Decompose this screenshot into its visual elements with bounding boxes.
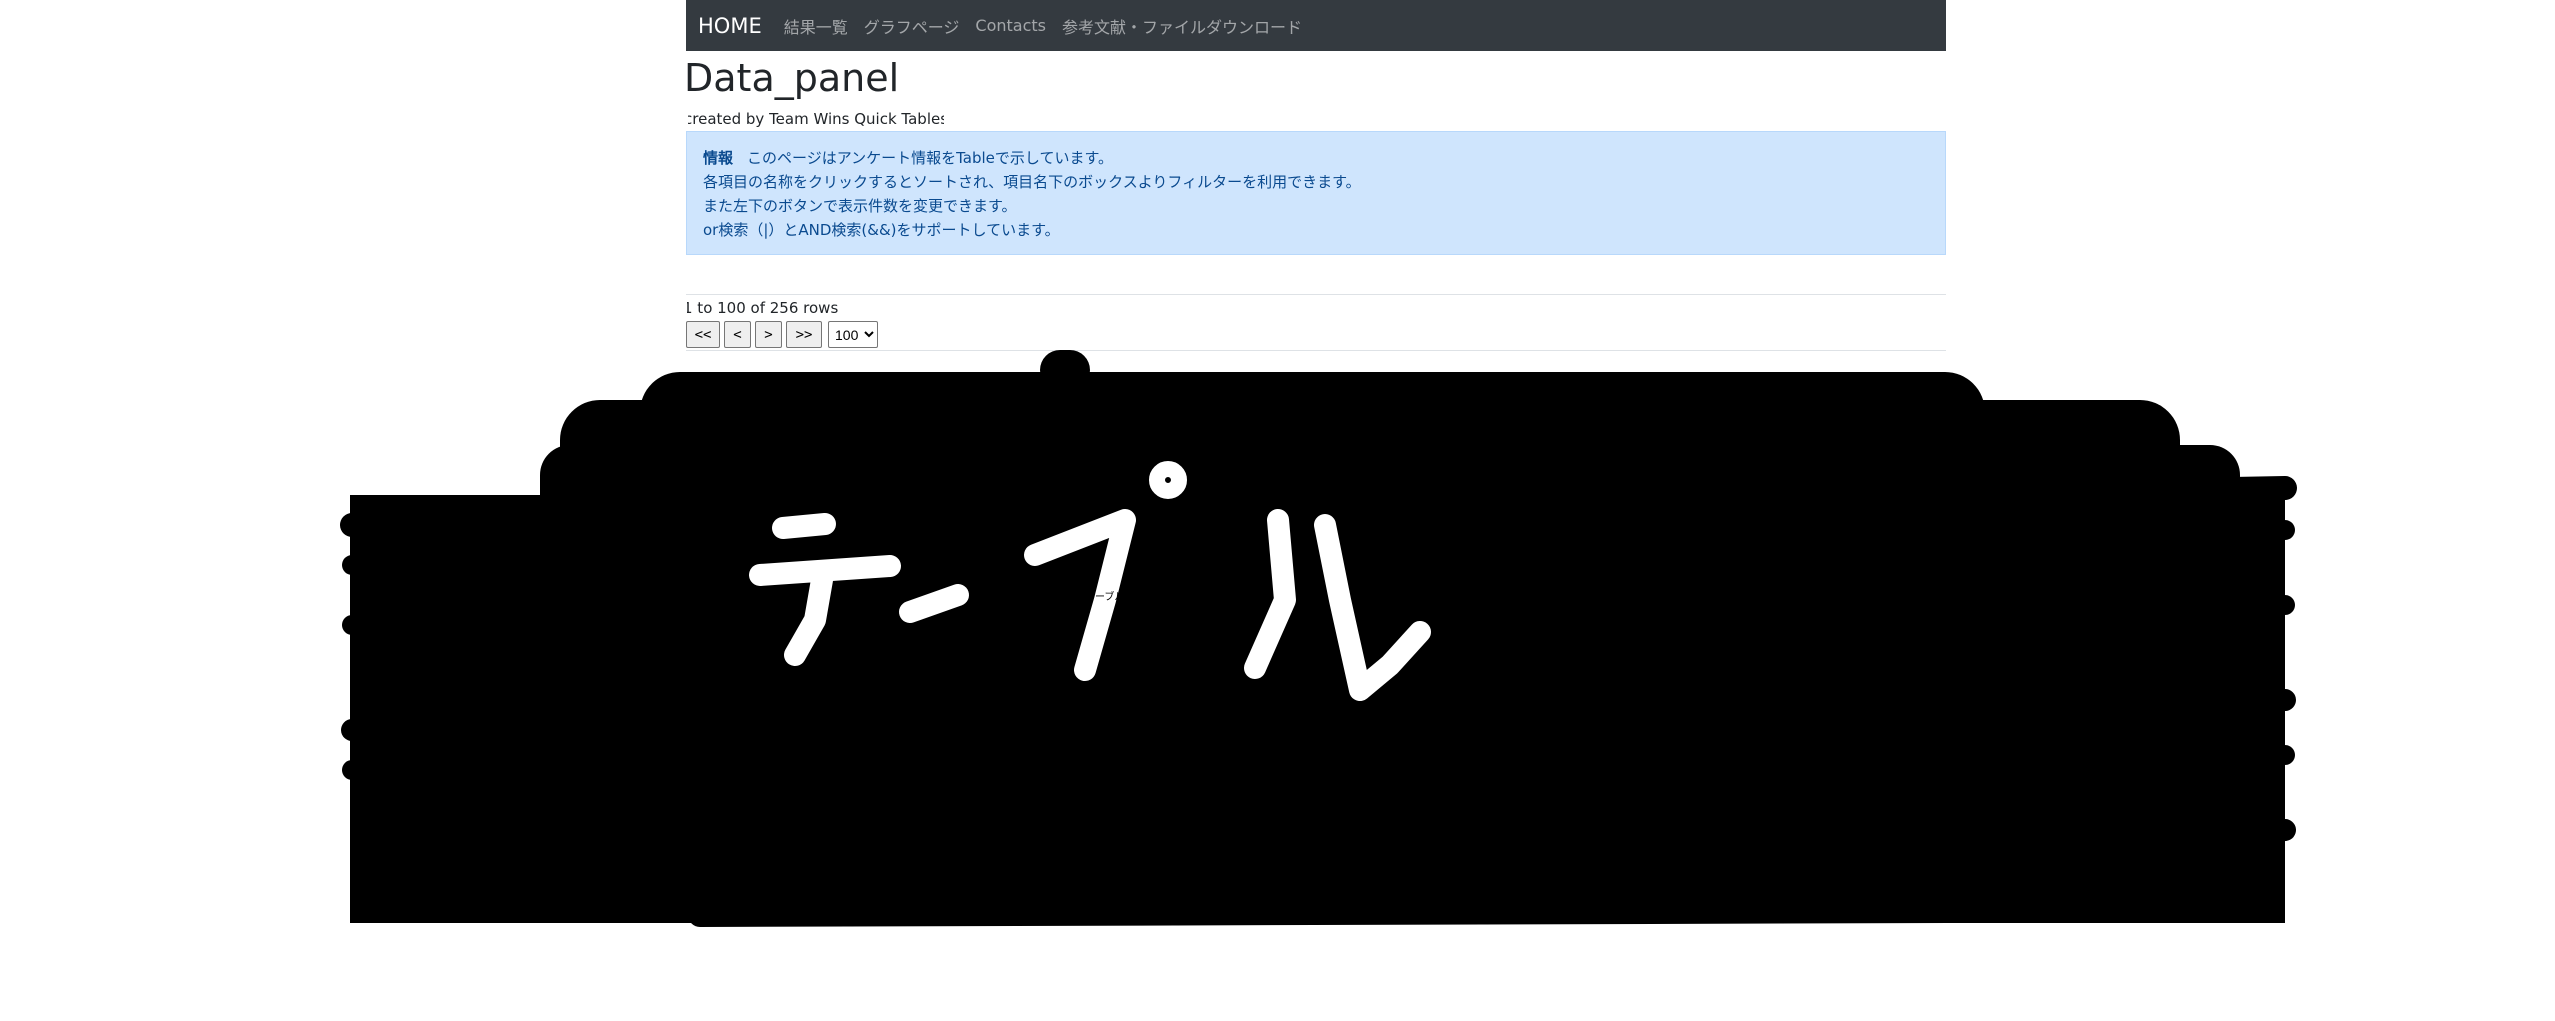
nav-references-link[interactable]: 参考文献・ファイルダウンロード (1062, 14, 1302, 38)
alert-line: 情報 このページはアンケート情報をTableで示しています。 (703, 146, 1945, 170)
alert-line: or検索（|）とAND検索(&&)をサポートしています。 (703, 221, 1060, 239)
rows-info: 1 to 100 of 256 rows (683, 299, 839, 317)
redaction-label-strokes (749, 461, 1431, 701)
toolbar-divider-top (686, 294, 1946, 295)
redaction-block (1040, 350, 1090, 390)
page-subtitle: created by Team Wins Quick Tables (684, 110, 944, 128)
redaction-label: テーブル (1085, 590, 1124, 603)
alert-line: また左下のボタンで表示件数を変更できます。 (703, 197, 1017, 215)
redaction-block (560, 400, 2180, 520)
nav-home-link[interactable]: HOME (698, 14, 762, 38)
nav-graph-link[interactable]: グラフページ (864, 14, 960, 38)
prev-page-button[interactable]: < (724, 321, 751, 348)
redaction-strokes (340, 476, 2297, 927)
page: HOME 結果一覧 グラフページ Contacts 参考文献・ファイルダウンロー… (0, 0, 2555, 1021)
last-page-button[interactable]: >> (786, 321, 822, 348)
page-title: Data_panel (684, 56, 900, 100)
next-page-button[interactable]: > (755, 321, 782, 348)
page-size-select[interactable]: 100 (828, 321, 878, 348)
toolbar-divider-bottom (686, 350, 1946, 351)
alert-line: 各項目の名称をクリックするとソートされ、項目名下のボックスよりフィルターを利用で… (703, 173, 1361, 191)
top-navbar: HOME 結果一覧 グラフページ Contacts 参考文献・ファイルダウンロー… (686, 0, 1946, 51)
redaction-block (540, 445, 2240, 525)
info-alert: 情報 このページはアンケート情報をTableで示しています。 各項目の名称をクリッ… (686, 131, 1946, 255)
pagination-controls: << < > >> 100 (686, 321, 878, 348)
redaction-block (640, 372, 1985, 512)
alert-heading: 情報 (703, 149, 734, 167)
first-page-button[interactable]: << (686, 321, 720, 348)
redaction-block (350, 495, 2285, 923)
nav-contacts-link[interactable]: Contacts (975, 16, 1046, 35)
nav-results-link[interactable]: 結果一覧 (784, 14, 848, 38)
alert-text: このページはアンケート情報をTableで示しています。 (747, 149, 1113, 167)
